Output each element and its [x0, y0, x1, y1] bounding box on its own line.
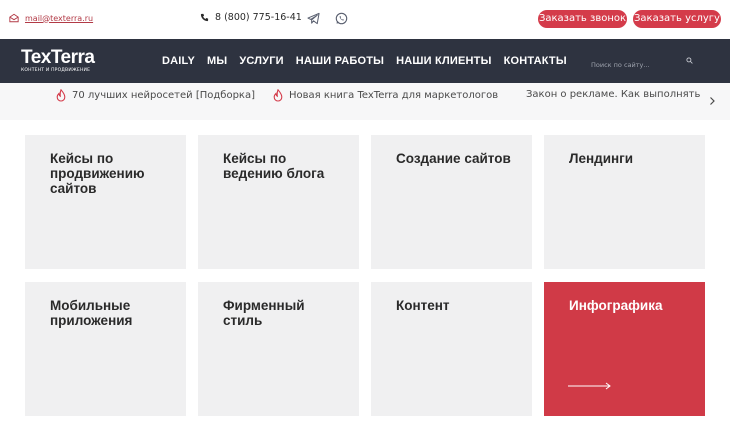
card-title: Лендинги: [569, 151, 634, 166]
phone-link[interactable]: 8 (800) 775-16-41: [200, 12, 302, 23]
card-title: Мобильные приложения: [50, 298, 133, 328]
service-card[interactable]: Создание сайтов: [371, 135, 532, 269]
main-nav: TexTerra КОНТЕНТ И ПРОДВИЖЕНИЕ DAILY МЫ …: [0, 39, 730, 83]
service-card[interactable]: Контент: [371, 282, 532, 416]
service-card[interactable]: Фирменный стиль: [198, 282, 359, 416]
ticker-item[interactable]: 70 лучших нейросетей [Подборка]: [56, 89, 255, 102]
email-link[interactable]: mail@texterra.ru: [9, 13, 93, 23]
news-ticker: 70 лучших нейросетей [Подборка] Новая кн…: [0, 83, 730, 120]
phone-icon: [200, 13, 209, 22]
nav-item-services[interactable]: УСЛУГИ: [239, 55, 283, 67]
nav-menu: DAILY МЫ УСЛУГИ НАШИ РАБОТЫ НАШИ КЛИЕНТЫ…: [162, 55, 567, 67]
chevron-right-icon[interactable]: [707, 96, 717, 106]
service-card[interactable]: Кейсы по ведению блога: [198, 135, 359, 269]
logo-subtitle: КОНТЕНТ И ПРОДВИЖЕНИЕ: [21, 68, 91, 73]
ticker-item[interactable]: Закон о рекламе. Как выполнять: [526, 89, 700, 100]
nav-item-contacts[interactable]: КОНТАКТЫ: [504, 55, 567, 67]
card-title: Кейсы по ведению блога: [223, 151, 325, 181]
ticker-item[interactable]: Новая книга TexTerra для маркетологов: [273, 89, 498, 102]
ticker-text[interactable]: 70 лучших нейросетей [Подборка]: [72, 90, 255, 101]
nav-item-works[interactable]: НАШИ РАБОТЫ: [296, 55, 384, 67]
arrow-right-icon[interactable]: [568, 382, 612, 390]
top-bar: mail@texterra.ru 8 (800) 775-16-41 Заказ…: [0, 0, 730, 39]
flame-icon: [56, 89, 66, 102]
order-service-button[interactable]: Заказать услугу: [633, 10, 721, 28]
service-card[interactable]: Кейсы по продвижению сайтов: [25, 135, 186, 269]
telegram-icon[interactable]: [307, 12, 320, 25]
search-icon[interactable]: [686, 57, 693, 64]
service-card[interactable]: Лендинги: [544, 135, 705, 269]
nav-item-daily[interactable]: DAILY: [162, 55, 195, 67]
mail-icon: [9, 13, 19, 23]
card-title: Фирменный стиль: [223, 298, 305, 328]
phone-number[interactable]: 8 (800) 775-16-41: [215, 12, 302, 23]
order-call-button[interactable]: Заказать звонок: [538, 10, 627, 28]
service-card[interactable]: Мобильные приложения: [25, 282, 186, 416]
card-title: Кейсы по продвижению сайтов: [50, 151, 145, 196]
whatsapp-icon[interactable]: [335, 12, 348, 25]
ticker-text[interactable]: Закон о рекламе. Как выполнять: [526, 89, 700, 100]
card-title: Инфографика: [569, 298, 663, 313]
logo-text: TexTerra: [21, 47, 95, 68]
email-text[interactable]: mail@texterra.ru: [25, 14, 93, 23]
flame-icon: [273, 89, 283, 102]
search-box: [585, 52, 703, 74]
ticker-text[interactable]: Новая книга TexTerra для маркетологов: [289, 90, 498, 101]
nav-item-clients[interactable]: НАШИ КЛИЕНТЫ: [396, 55, 491, 67]
card-title: Создание сайтов: [396, 151, 511, 166]
nav-item-about[interactable]: МЫ: [207, 55, 227, 67]
site-logo[interactable]: TexTerra КОНТЕНТ И ПРОДВИЖЕНИЕ: [21, 47, 95, 74]
service-card-active[interactable]: Инфографика: [544, 282, 705, 416]
card-title: Контент: [396, 298, 450, 313]
